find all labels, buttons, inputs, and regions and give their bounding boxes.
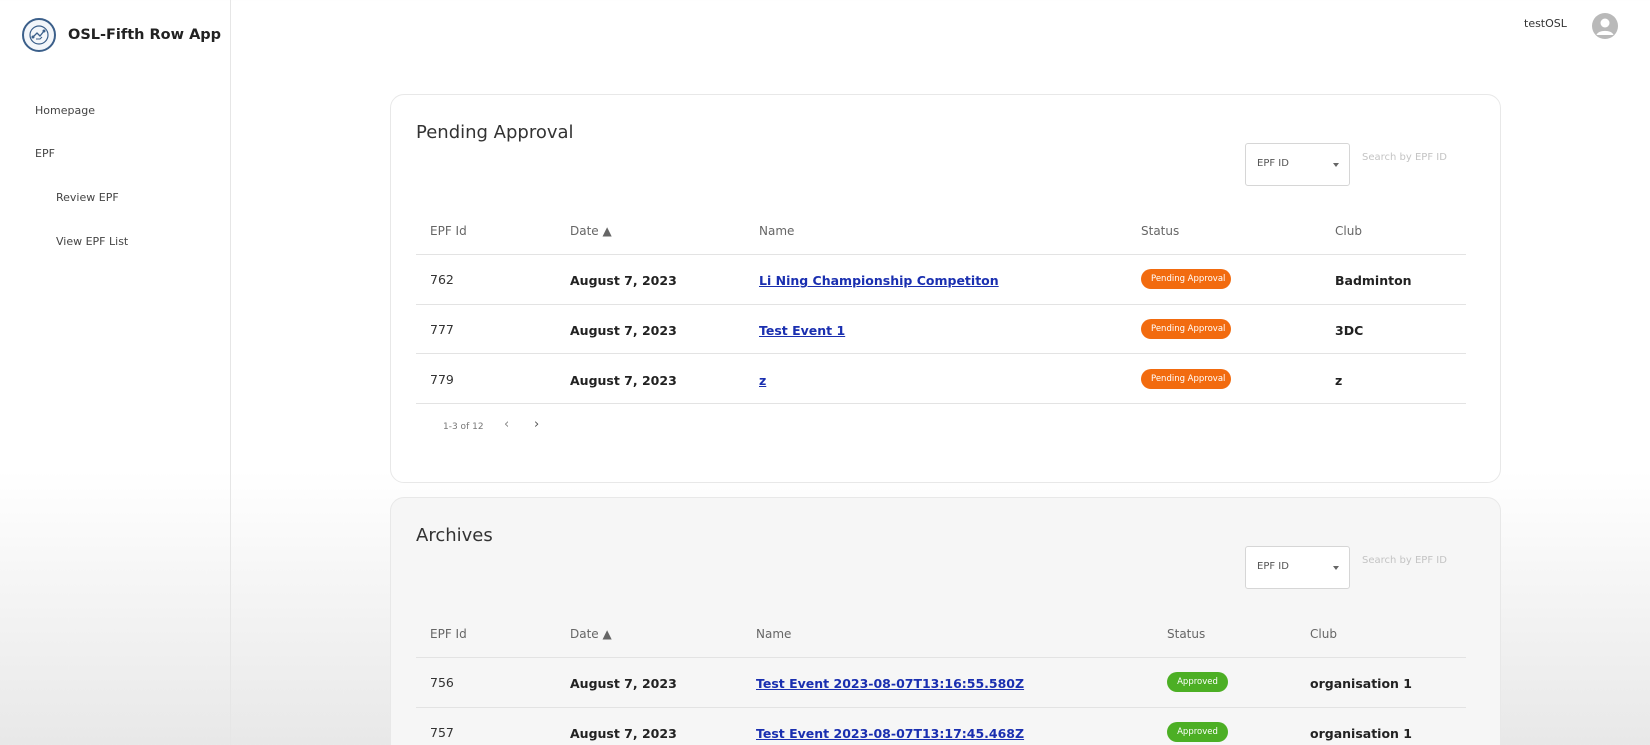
pending-approval-title: Pending Approval bbox=[416, 122, 574, 143]
archives-title: Archives bbox=[416, 525, 493, 546]
row-club: organisation 1 bbox=[1310, 676, 1412, 691]
col-header-date[interactable]: Date ▲ bbox=[570, 224, 612, 238]
status-badge: Pending Approval bbox=[1141, 319, 1231, 339]
sidebar-item-homepage[interactable]: Homepage bbox=[35, 104, 95, 117]
header-divider bbox=[416, 657, 1466, 658]
pending-approval-card: Pending Approval EPF ID EPF Id Date ▲ Na… bbox=[390, 94, 1512, 483]
sidebar-item-view-epf-list[interactable]: View EPF List bbox=[56, 235, 128, 248]
row-club: 3DC bbox=[1335, 323, 1364, 338]
archives-filter-value: EPF ID bbox=[1257, 561, 1289, 572]
row-club: z bbox=[1335, 373, 1343, 388]
sidebar-item-epf[interactable]: EPF bbox=[35, 147, 55, 160]
brand[interactable]: OSL-Fifth Row App bbox=[22, 18, 221, 52]
row-divider bbox=[416, 304, 1466, 305]
row-name-link[interactable]: Test Event 1 bbox=[759, 323, 845, 338]
row-date: August 7, 2023 bbox=[570, 373, 677, 388]
row-epf-id: 756 bbox=[430, 675, 454, 690]
row-date: August 7, 2023 bbox=[570, 676, 677, 691]
col-header-status[interactable]: Status bbox=[1167, 627, 1205, 641]
user-name: testOSL bbox=[1524, 17, 1567, 30]
row-name-link[interactable]: Li Ning Championship Competiton bbox=[759, 273, 999, 288]
row-date: August 7, 2023 bbox=[570, 726, 677, 741]
pending-filter-select[interactable]: EPF ID bbox=[1245, 143, 1350, 186]
row-name-link[interactable]: Test Event 2023-08-07T13:16:55.580Z bbox=[756, 676, 1024, 691]
row-divider bbox=[416, 353, 1466, 354]
circuit-logo-icon bbox=[22, 18, 56, 52]
row-club: organisation 1 bbox=[1310, 726, 1412, 741]
col-header-epf-id[interactable]: EPF Id bbox=[430, 224, 467, 238]
user-avatar-icon[interactable] bbox=[1592, 13, 1618, 39]
row-name-link[interactable]: z bbox=[759, 373, 766, 388]
col-header-epf-id[interactable]: EPF Id bbox=[430, 627, 467, 641]
col-header-date[interactable]: Date ▲ bbox=[570, 627, 612, 641]
status-badge: Approved bbox=[1167, 722, 1228, 742]
chevron-down-icon bbox=[1333, 163, 1339, 167]
col-header-status[interactable]: Status bbox=[1141, 224, 1179, 238]
row-divider bbox=[416, 707, 1466, 708]
status-badge: Pending Approval bbox=[1141, 269, 1231, 289]
row-epf-id: 757 bbox=[430, 725, 454, 740]
chevron-left-icon[interactable]: ‹ bbox=[504, 417, 509, 432]
sidebar: OSL-Fifth Row App Homepage EPF Review EP… bbox=[0, 0, 231, 745]
col-header-club[interactable]: Club bbox=[1335, 224, 1362, 238]
header-divider bbox=[416, 254, 1466, 255]
chevron-right-icon[interactable]: › bbox=[534, 417, 539, 432]
col-header-name[interactable]: Name bbox=[759, 224, 794, 238]
sidebar-item-review-epf[interactable]: Review EPF bbox=[56, 191, 119, 204]
archives-filter-select[interactable]: EPF ID bbox=[1245, 546, 1350, 589]
row-divider bbox=[416, 403, 1466, 404]
pagination-range: 1-3 of 12 bbox=[443, 422, 484, 432]
app-title: OSL-Fifth Row App bbox=[68, 27, 222, 43]
col-header-name[interactable]: Name bbox=[756, 627, 791, 641]
status-badge: Approved bbox=[1167, 672, 1228, 692]
row-epf-id: 779 bbox=[430, 372, 454, 387]
archives-search-input[interactable] bbox=[1362, 549, 1512, 571]
row-date: August 7, 2023 bbox=[570, 273, 677, 288]
status-badge: Pending Approval bbox=[1141, 369, 1231, 389]
pending-filter-value: EPF ID bbox=[1257, 158, 1289, 169]
pending-search-input[interactable] bbox=[1362, 146, 1512, 168]
row-epf-id: 777 bbox=[430, 322, 454, 337]
row-date: August 7, 2023 bbox=[570, 323, 677, 338]
row-name-link[interactable]: Test Event 2023-08-07T13:17:45.468Z bbox=[756, 726, 1024, 741]
row-epf-id: 762 bbox=[430, 272, 454, 287]
col-header-club[interactable]: Club bbox=[1310, 627, 1337, 641]
row-club: Badminton bbox=[1335, 273, 1412, 288]
chevron-down-icon bbox=[1333, 566, 1339, 570]
archives-card: Archives EPF ID EPF Id Date ▲ Name Statu… bbox=[390, 497, 1512, 745]
